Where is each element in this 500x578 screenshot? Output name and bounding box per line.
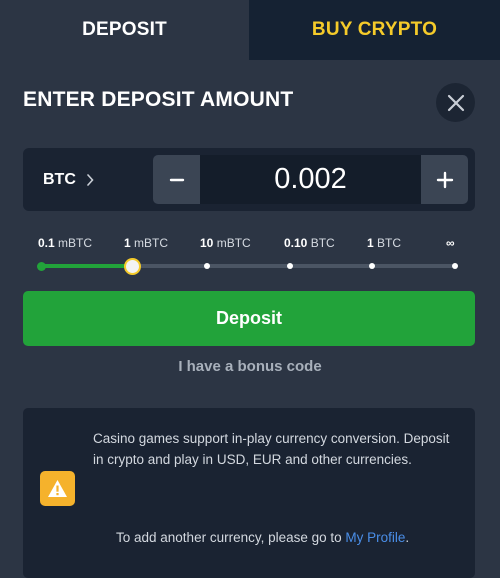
slider-tick <box>287 263 293 269</box>
my-profile-link[interactable]: My Profile <box>345 530 405 545</box>
chevron-right-icon <box>86 173 94 186</box>
currency-label: BTC <box>43 170 76 188</box>
slider-label[interactable]: 10 mBTC <box>200 236 251 250</box>
tab-buy-crypto[interactable]: BUY CRYPTO <box>249 0 500 60</box>
amount-input[interactable] <box>200 155 421 204</box>
plus-icon <box>436 171 453 188</box>
minus-icon <box>169 178 184 181</box>
currency-select[interactable]: BTC <box>23 148 147 211</box>
info-text: Casino games support in-play currency co… <box>93 431 450 467</box>
slider-tick <box>452 263 458 269</box>
info-box: Casino games support in-play currency co… <box>23 408 475 578</box>
increment-button[interactable] <box>421 155 468 204</box>
deposit-button[interactable]: Deposit <box>23 291 475 346</box>
page-title: ENTER DEPOSIT AMOUNT <box>23 88 294 111</box>
slider-handle[interactable] <box>124 258 141 275</box>
slider-label[interactable]: ∞ <box>446 236 455 250</box>
slider-label[interactable]: 0.1 mBTC <box>38 236 92 250</box>
slider-label[interactable]: 0.10 BTC <box>284 236 335 250</box>
amount-box: BTC <box>23 148 475 211</box>
bonus-code-link[interactable]: I have a bonus code <box>0 358 500 375</box>
profile-hint: To add another currency, please go to My… <box>116 530 410 545</box>
slider-label[interactable]: 1 mBTC <box>124 236 168 250</box>
close-button[interactable] <box>436 83 475 122</box>
decrement-button[interactable] <box>153 155 200 204</box>
slider-tick <box>369 263 375 269</box>
slider-fill <box>41 264 133 268</box>
tab-bar: DEPOSIT BUY CRYPTO <box>0 0 500 60</box>
slider-label[interactable]: 1 BTC <box>367 236 401 250</box>
close-icon <box>447 94 464 111</box>
slider-start-dot <box>37 262 46 271</box>
slider-tick <box>204 263 210 269</box>
slider-labels: 0.1 mBTC 1 mBTC 10 mBTC 0.10 BTC 1 BTC ∞ <box>0 236 500 254</box>
warning-icon <box>40 471 75 506</box>
tab-deposit[interactable]: DEPOSIT <box>0 0 249 60</box>
